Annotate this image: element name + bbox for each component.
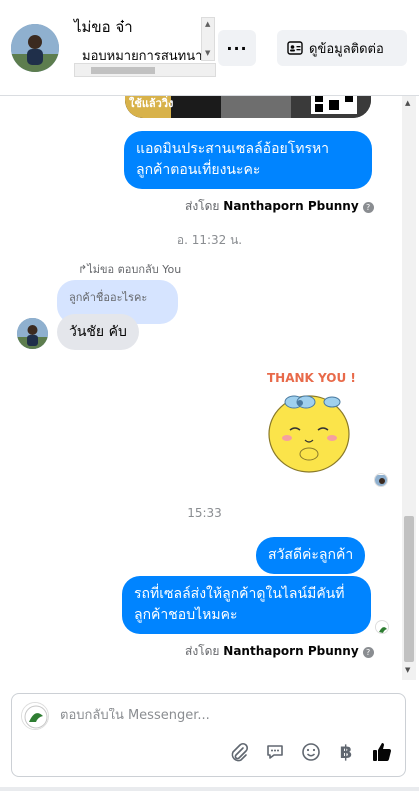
message-thread[interactable]: ใช้แล้ววิ่ง แอดมินประสานเซลล์อ้อยโทรหาลู… (0, 96, 419, 680)
scroll-down-arrow-icon[interactable]: ▼ (205, 49, 210, 57)
sender-name: Nanthaporn Pbunny (223, 199, 359, 213)
sticker-caption: THANK YOU ! (267, 371, 356, 385)
thread-scrollbar[interactable]: ▲ ▼ (402, 96, 416, 680)
page-avatar (21, 702, 49, 730)
scroll-up-arrow-icon[interactable]: ▲ (205, 20, 210, 28)
bottom-edge (0, 787, 419, 791)
view-contact-info-button[interactable]: ดูข้อมูลติดต่อ (277, 30, 407, 66)
incoming-message[interactable]: วันชัย คับ (57, 314, 139, 350)
contact-avatar[interactable] (11, 24, 59, 72)
outgoing-message[interactable]: รถที่เซลล์ส่งให้ลูกค้าดูในไลน์มีคันที่ลู… (122, 576, 371, 634)
contact-avatar-small[interactable] (17, 318, 48, 349)
shared-image-message[interactable]: ใช้แล้ววิ่ง (125, 96, 371, 118)
message-timestamp: อ. 11:32 น. (176, 233, 243, 247)
page-seen-avatar (375, 620, 389, 634)
assign-vertical-scrollbar[interactable]: ▲ ▼ (201, 17, 215, 61)
contact-card-icon (287, 41, 303, 55)
message-composer[interactable]: ฿ (11, 693, 406, 777)
like-icon[interactable] (370, 740, 394, 764)
reply-note-text: ไม่ขอ ตอบกลับ You (87, 263, 182, 276)
outgoing-message[interactable]: สวัสดีค่ะลูกค้า (256, 537, 366, 574)
composer-area: ฿ (0, 680, 419, 791)
contact-name: ไม่ขอ จ๋า (74, 18, 133, 36)
reply-arrow-icon: ↱ (78, 263, 88, 276)
scroll-down-arrow-icon[interactable]: ▼ (405, 666, 410, 674)
sent-by-label: ส่งโดย Nanthaporn Pbunny? (185, 642, 374, 661)
attachment-icon[interactable] (227, 740, 251, 764)
info-icon[interactable]: ? (362, 647, 374, 658)
message-timestamp: 15:33 (187, 506, 222, 520)
reply-note: ↱ไม่ขอ ตอบกลับ You (78, 260, 181, 278)
reply-input[interactable] (60, 708, 360, 723)
view-contact-info-label: ดูข้อมูลติดต่อ (309, 41, 384, 57)
more-options-button[interactable]: ··· (218, 30, 256, 66)
sent-by-label: ส่งโดย Nanthaporn Pbunny? (185, 197, 374, 216)
baht-icon[interactable]: ฿ (334, 740, 358, 764)
thread-scroll-thumb[interactable] (404, 516, 414, 662)
info-icon[interactable]: ? (362, 202, 374, 213)
emoji-icon[interactable] (299, 740, 323, 764)
thank-you-sticker[interactable]: THANK YOU ! (262, 366, 360, 476)
conversation-header: ไม่ขอ จ๋า มอบหมายการสนทนา ▲ ▼ ··· ดูข้อม… (0, 0, 419, 96)
image-caption: ใช้แล้ววิ่ง (129, 97, 174, 110)
assign-horizontal-scrollbar[interactable] (74, 63, 216, 77)
sender-name: Nanthaporn Pbunny (223, 644, 359, 658)
sent-by-prefix: ส่งโดย (185, 199, 220, 213)
seen-avatar (374, 473, 388, 487)
sent-by-prefix: ส่งโดย (185, 644, 220, 658)
scroll-up-arrow-icon[interactable]: ▲ (405, 99, 410, 107)
saved-reply-icon[interactable] (263, 740, 287, 764)
outgoing-message[interactable]: แอดมินประสานเซลล์อ้อยโทรหาลูกค้าตอนเที่ย… (124, 131, 372, 189)
horizontal-scroll-thumb[interactable] (91, 67, 155, 74)
